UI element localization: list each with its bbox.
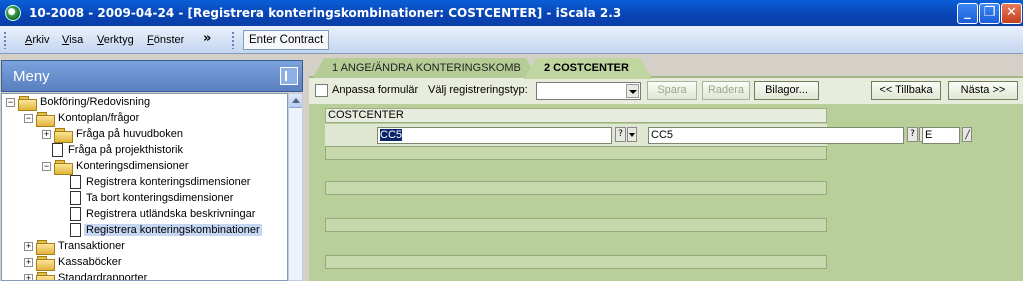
costcenter-code-value: CC5: [380, 129, 403, 141]
window-title: 10-2008 - 2009-04-24 - [Registrera konte…: [29, 6, 622, 20]
costcenter-code-field[interactable]: CC5: [377, 127, 612, 144]
customize-form-checkbox[interactable]: [315, 84, 328, 97]
menu-panel-header: Meny: [1, 60, 303, 92]
menu-bar: Arkiv Visa Verktyg Fönster » Enter Contr…: [0, 26, 1023, 54]
form-area: Anpassa formulär Välj registreringstyp: …: [309, 78, 1023, 281]
edit-icon[interactable]: [962, 127, 972, 142]
empty-row[interactable]: [325, 255, 827, 269]
tab-ange-andra[interactable]: 1 ANGE/ÄNDRA KONTERINGSKOMB: [312, 58, 538, 79]
navigation-panel: Meny − Bokföring/Redovisning − Kontoplan/fr…: [0, 56, 306, 281]
enter-contract-button[interactable]: Enter Contract: [243, 30, 330, 50]
panel-toggle-icon[interactable]: [280, 67, 298, 85]
tree-item[interactable]: + Transaktioner: [2, 239, 287, 255]
tree-item[interactable]: + Fråga på huvudboken: [2, 127, 287, 143]
menu-overflow-icon[interactable]: »: [203, 31, 211, 46]
tree-item-label: Registrera utländska beskrivningar: [86, 208, 256, 220]
delete-button[interactable]: Radera: [702, 81, 750, 100]
costcenter-description-value: CC5: [651, 129, 674, 141]
expand-icon[interactable]: +: [24, 258, 33, 267]
title-bar: 10-2008 - 2009-04-24 - [Registrera konte…: [0, 0, 1023, 26]
tree-item[interactable]: − Konteringsdimensioner: [2, 159, 287, 175]
tree-item-label: Kassaböcker: [58, 256, 122, 268]
costcenter-row: CC5 ? CC5 ? E: [325, 124, 972, 146]
form-toolbar: Anpassa formulär Välj registreringstyp: …: [309, 78, 1023, 104]
document-icon: [70, 223, 81, 237]
document-icon: [52, 143, 63, 157]
toolbar-grip-icon[interactable]: [3, 31, 7, 49]
expand-icon[interactable]: +: [24, 274, 33, 280]
menu-fonster[interactable]: Fönster: [147, 34, 184, 46]
menu-verktyg[interactable]: Verktyg: [97, 34, 134, 46]
folder-icon: [54, 160, 73, 175]
tree-item-label: Transaktioner: [58, 240, 125, 252]
tab-costcenter[interactable]: 2 COSTCENTER: [524, 58, 652, 79]
tree-scrollbar[interactable]: [288, 93, 303, 281]
registration-type-label: Välj registreringstyp:: [428, 84, 528, 96]
tree-item-label: Bokföring/Redovisning: [40, 96, 151, 108]
tree-item-label: Registrera konteringskombinationer: [84, 224, 262, 236]
tree-item-label: Fråga på projekthistorik: [68, 144, 183, 156]
tree-item[interactable]: − Kontoplan/frågor: [2, 111, 287, 127]
empty-row[interactable]: [325, 146, 827, 160]
tree-item[interactable]: Fråga på projekthistorik: [2, 143, 287, 159]
document-icon: [70, 175, 81, 189]
tree-item-label: Kontoplan/frågor: [58, 112, 140, 124]
chevron-down-icon[interactable]: [626, 84, 639, 98]
costcenter-flag-field[interactable]: E: [922, 127, 960, 144]
expand-icon[interactable]: +: [24, 242, 33, 251]
costcenter-flag-value: E: [925, 129, 933, 141]
attachments-button[interactable]: Bilagor...: [754, 81, 819, 100]
maximize-button[interactable]: ❐: [979, 3, 1000, 24]
close-button[interactable]: ✕: [1001, 3, 1022, 24]
next-button[interactable]: Nästa >>: [948, 81, 1018, 100]
section-title: COSTCENTER: [325, 108, 827, 123]
folder-icon: [36, 256, 55, 271]
tree-item[interactable]: Registrera konteringskombinationer: [2, 223, 287, 239]
code-lookup-button[interactable]: ?: [615, 127, 626, 142]
expand-icon[interactable]: +: [42, 130, 51, 139]
save-button[interactable]: Spara: [647, 81, 697, 100]
folder-icon: [36, 112, 55, 127]
tree-item[interactable]: + Kassaböcker: [2, 255, 287, 271]
minimize-button[interactable]: _: [957, 3, 978, 24]
tree-item[interactable]: Registrera konteringsdimensioner: [2, 175, 287, 191]
back-button[interactable]: << Tillbaka: [871, 81, 941, 100]
tree-item[interactable]: Registrera utländska beskrivningar: [2, 207, 287, 223]
menu-arkiv[interactable]: Arkiv: [25, 34, 49, 46]
folder-icon: [36, 240, 55, 255]
costcenter-description-field[interactable]: CC5: [648, 127, 904, 144]
tree-item-label: Konteringsdimensioner: [76, 160, 189, 172]
collapse-icon[interactable]: −: [24, 114, 33, 123]
collapse-icon[interactable]: −: [42, 162, 51, 171]
app-icon[interactable]: [5, 5, 21, 21]
menu-visa[interactable]: Visa: [62, 34, 83, 46]
tree-item[interactable]: − Bokföring/Redovisning: [2, 95, 287, 111]
folder-icon: [18, 96, 37, 111]
tree-item-label: Ta bort konteringsdimensioner: [86, 192, 234, 204]
empty-row[interactable]: [325, 181, 827, 195]
tree-item[interactable]: + Standardrapporter: [2, 271, 287, 281]
description-lookup-button[interactable]: ?: [907, 127, 918, 142]
tree-item-label: Fråga på huvudboken: [76, 128, 184, 140]
toolbar-grip-icon[interactable]: [231, 31, 235, 49]
collapse-icon[interactable]: −: [6, 98, 15, 107]
customize-form-label: Anpassa formulär: [332, 84, 419, 96]
tab-strip: 1 ANGE/ÄNDRA KONTERINGSKOMB 2 COSTCENTER: [309, 56, 1023, 79]
registration-type-select[interactable]: [536, 82, 641, 100]
folder-icon: [54, 128, 73, 143]
scroll-up-icon[interactable]: [289, 94, 302, 108]
folder-icon: [36, 272, 55, 280]
tree-item-label: Registrera konteringsdimensioner: [86, 176, 251, 188]
document-icon: [70, 207, 81, 221]
navigation-tree[interactable]: − Bokföring/Redovisning − Kontoplan/frågor +…: [1, 93, 288, 281]
empty-row[interactable]: [325, 218, 827, 232]
chevron-down-icon[interactable]: [627, 127, 637, 142]
tree-item-label: Standardrapporter: [58, 272, 148, 281]
document-icon: [70, 191, 81, 205]
tree-item[interactable]: Ta bort konteringsdimensioner: [2, 191, 287, 207]
menu-panel-title: Meny: [13, 68, 50, 85]
